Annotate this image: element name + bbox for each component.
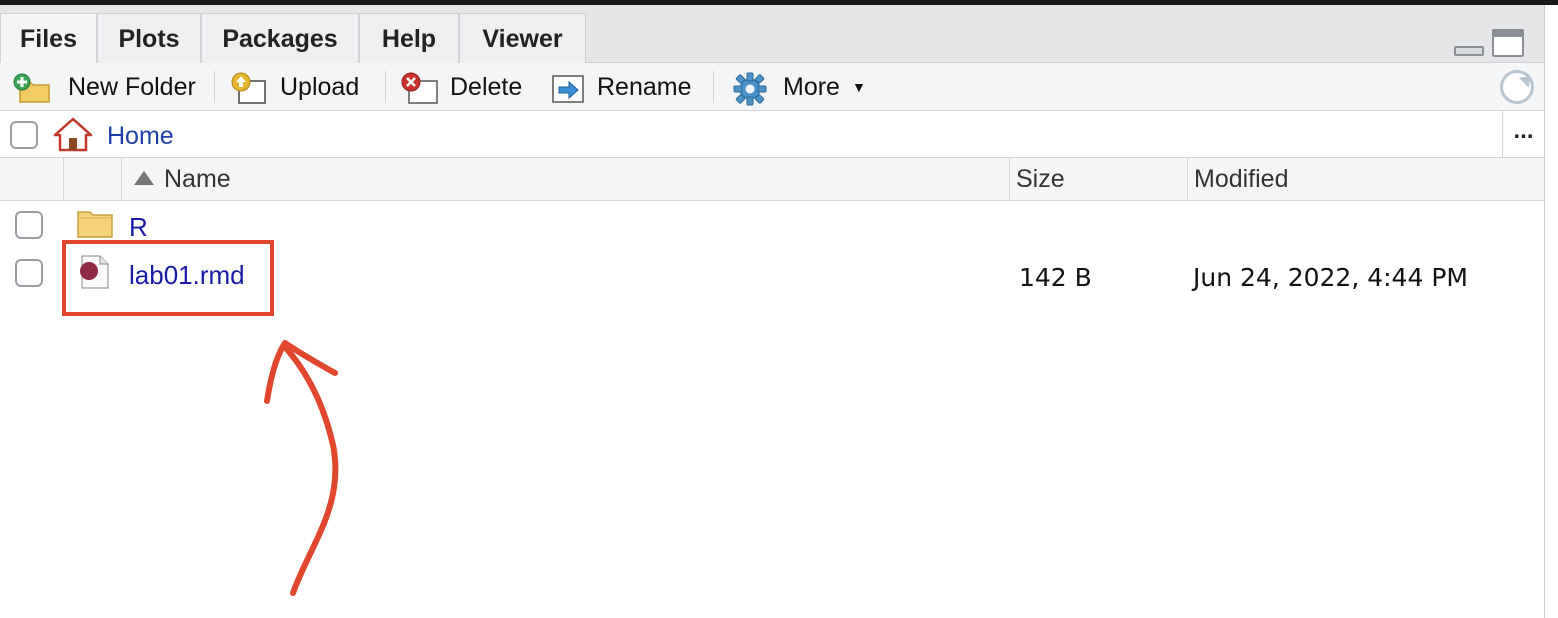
breadcrumb: Home ... — [0, 111, 1544, 158]
new-folder-icon — [12, 72, 50, 103]
chevron-down-icon: ▼ — [851, 79, 866, 95]
delete-label: Delete — [450, 72, 523, 101]
toolbar-separator — [385, 71, 386, 103]
delete-button[interactable]: Delete — [400, 63, 522, 111]
file-size: 142 B — [1019, 263, 1092, 292]
file-table-header: Name Size Modified — [0, 158, 1544, 201]
tab-plots[interactable]: Plots — [97, 13, 201, 63]
rename-icon — [551, 72, 584, 103]
pane-right-edge — [1544, 5, 1558, 618]
row-checkbox[interactable] — [15, 259, 43, 287]
header-checkbox-column — [0, 158, 64, 201]
breadcrumb-overflow-button[interactable]: ... — [1502, 111, 1544, 158]
rename-button[interactable]: Rename — [551, 63, 692, 111]
more-menu-button[interactable]: More ▼ — [733, 63, 866, 111]
home-icon[interactable] — [53, 116, 93, 157]
tab-files[interactable]: Files — [0, 13, 97, 65]
upload-icon — [230, 72, 266, 104]
header-icon-column — [64, 158, 122, 201]
upload-button[interactable]: Upload — [230, 63, 359, 111]
folder-icon — [77, 208, 113, 238]
toolbar-separator — [713, 71, 714, 103]
file-name-link[interactable]: R — [129, 212, 148, 243]
tab-viewer[interactable]: Viewer — [459, 13, 586, 63]
maximize-pane-icon[interactable] — [1492, 29, 1524, 57]
select-all-checkbox[interactable] — [10, 121, 38, 149]
minimize-pane-icon[interactable] — [1454, 46, 1484, 56]
name-column-header[interactable]: Name — [122, 158, 1010, 201]
refresh-icon[interactable] — [1500, 70, 1534, 104]
more-label: More — [783, 72, 840, 101]
pane-tab-bar: Files Plots Packages Help Viewer — [0, 5, 1544, 65]
upload-label: Upload — [280, 72, 360, 101]
files-toolbar: New Folder Upload Delete Rename More ▼ — [0, 63, 1544, 111]
modified-column-header[interactable]: Modified — [1188, 158, 1544, 201]
gear-icon — [733, 72, 767, 106]
arrow-annotation — [264, 340, 339, 596]
tab-help[interactable]: Help — [359, 13, 459, 63]
new-folder-button[interactable]: New Folder — [12, 63, 196, 111]
toolbar-separator — [214, 71, 215, 103]
file-modified: Jun 24, 2022, 4:44 PM — [1193, 263, 1468, 292]
breadcrumb-home-link[interactable]: Home — [107, 122, 174, 151]
sort-ascending-icon — [134, 171, 154, 185]
size-column-header[interactable]: Size — [1010, 158, 1188, 201]
new-folder-label: New Folder — [68, 72, 196, 101]
delete-icon — [400, 72, 438, 104]
tab-packages[interactable]: Packages — [201, 13, 359, 63]
row-checkbox[interactable] — [15, 211, 43, 239]
rename-label: Rename — [597, 72, 692, 101]
highlight-box-annotation — [62, 240, 274, 316]
